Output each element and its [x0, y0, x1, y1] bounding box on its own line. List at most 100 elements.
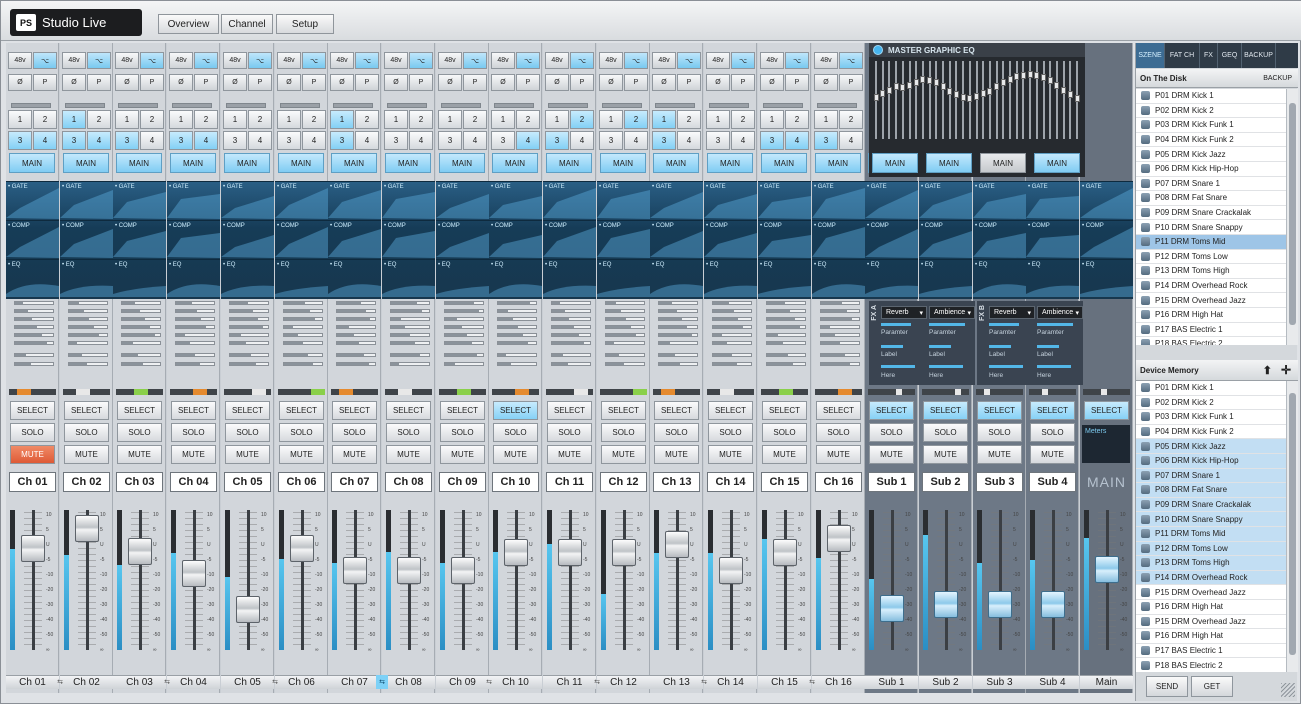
aux-send-8-bar[interactable] — [283, 362, 323, 366]
aux-send-6-bar[interactable] — [658, 341, 698, 345]
aux-group-4-button[interactable]: 4 — [463, 131, 487, 150]
aux-group-2-button[interactable]: 2 — [570, 110, 594, 129]
geq-band-fader[interactable] — [927, 77, 933, 84]
aux-send-3-bar[interactable] — [444, 317, 484, 321]
fx-label-bar[interactable] — [881, 345, 903, 348]
aux-group-4-button[interactable]: 4 — [140, 131, 164, 150]
comp-band[interactable]: • COMP — [436, 220, 489, 258]
aux-send-7-bar[interactable] — [497, 353, 537, 357]
eq-band[interactable]: • EQ — [113, 259, 166, 297]
aux-send-6-bar[interactable] — [68, 341, 108, 345]
mute-button[interactable]: MUTE — [601, 445, 646, 464]
disk-preset-item[interactable]: P06 DRM Kick Hip-Hop — [1136, 162, 1286, 177]
aux-send-2-bar[interactable] — [14, 309, 54, 313]
comp-band[interactable]: • COMP — [60, 220, 113, 258]
aux-send-1-bar[interactable] — [14, 301, 54, 305]
disk-preset-item[interactable]: P02 DRM Kick 2 — [1136, 104, 1286, 119]
aux-send-faders[interactable] — [169, 301, 218, 385]
select-button[interactable]: SELECT — [386, 401, 431, 420]
aux-send-1-bar[interactable] — [444, 301, 484, 305]
aux-send-faders[interactable] — [706, 301, 755, 385]
device-preset-item[interactable]: P16 DRM High Hat — [1136, 629, 1286, 644]
eq-band[interactable]: • EQ — [436, 259, 489, 297]
pan-knob[interactable] — [600, 389, 647, 395]
aux-send-1-bar[interactable] — [175, 301, 215, 305]
aux-send-2-bar[interactable] — [229, 309, 269, 313]
geq-band-fader[interactable] — [1007, 75, 1013, 83]
comp-band[interactable]: • COMP — [919, 220, 972, 258]
aux-group-2-button[interactable]: 2 — [731, 110, 755, 129]
aux-send-7-bar[interactable] — [175, 353, 215, 357]
select-button[interactable]: SELECT — [1084, 401, 1129, 420]
aux-send-6-bar[interactable] — [121, 341, 161, 345]
aux-group-2-button[interactable]: 2 — [677, 110, 701, 129]
disk-preset-item[interactable]: P13 DRM Toms High — [1136, 264, 1286, 279]
fader-cap[interactable] — [21, 535, 45, 562]
input-routing-icon[interactable]: ⌥ — [302, 52, 326, 69]
phantom-48v-button[interactable]: 48v — [438, 52, 462, 69]
aux-send-7-bar[interactable] — [712, 353, 752, 357]
aux-send-7-bar[interactable] — [68, 353, 108, 357]
fx-param-bar[interactable] — [881, 323, 911, 326]
comp-band[interactable]: • COMP — [489, 220, 542, 258]
polarity-button[interactable]: P — [516, 74, 540, 91]
main-assign-button[interactable]: MAIN — [63, 153, 109, 173]
geq-band-fader[interactable] — [940, 83, 946, 90]
comp-band[interactable]: • COMP — [758, 220, 811, 258]
aux-send-4-bar[interactable] — [175, 325, 215, 329]
eq-band[interactable]: • EQ — [650, 259, 703, 297]
disk-preset-item[interactable]: P18 BAS Electric 2 — [1136, 337, 1286, 345]
aux-group-1-button[interactable]: 1 — [438, 110, 462, 129]
aux-send-8-bar[interactable] — [551, 362, 591, 366]
geq-band-fader[interactable] — [1047, 77, 1053, 84]
aux-send-faders[interactable] — [330, 301, 379, 385]
select-button[interactable]: SELECT — [117, 401, 162, 420]
stereo-link-icon[interactable]: ⇆ — [161, 675, 173, 689]
sub-main-assign-button[interactable]: MAIN — [926, 153, 972, 173]
fader-cap[interactable] — [612, 539, 636, 566]
device-preset-item[interactable]: P10 DRM Snare Snappy — [1136, 512, 1286, 527]
aux-send-2-bar[interactable] — [444, 309, 484, 313]
aux-group-2-button[interactable]: 2 — [140, 110, 164, 129]
fader-cap[interactable] — [290, 535, 314, 562]
solo-button[interactable]: SOLO — [225, 423, 270, 442]
disk-preset-item[interactable]: P16 DRM High Hat — [1136, 308, 1286, 323]
aux-send-7-bar[interactable] — [551, 353, 591, 357]
fader-cap[interactable] — [343, 557, 367, 584]
solo-button[interactable]: SOLO — [816, 423, 861, 442]
solo-button[interactable]: SOLO — [117, 423, 162, 442]
channel-name-label[interactable]: Ch 08 — [385, 472, 432, 492]
aux-send-6-bar[interactable] — [766, 341, 806, 345]
dynamics-thumbnail[interactable]: • GATE • COMP • EQ — [6, 181, 59, 299]
tab-fat-ch[interactable]: FAT CH — [1165, 43, 1200, 68]
power-icon[interactable] — [873, 45, 883, 55]
mute-button[interactable]: MUTE — [1030, 445, 1075, 464]
aux-send-2-bar[interactable] — [605, 309, 645, 313]
pan-knob[interactable] — [1029, 389, 1076, 395]
resize-grip-icon[interactable] — [1281, 683, 1295, 697]
aux-send-faders[interactable] — [62, 301, 111, 385]
fader-cap[interactable] — [880, 595, 904, 622]
aux-send-3-bar[interactable] — [14, 317, 54, 321]
geq-band-fader[interactable] — [1014, 73, 1020, 81]
channel-name-label[interactable]: Ch 16 — [815, 472, 862, 492]
aux-send-1-bar[interactable] — [229, 301, 269, 305]
input-trim-slider[interactable] — [709, 103, 749, 108]
aux-send-8-bar[interactable] — [229, 362, 269, 366]
solo-button[interactable]: SOLO — [708, 423, 753, 442]
tab-backup[interactable]: BACKUP — [1242, 43, 1276, 68]
comp-band[interactable]: • COMP — [597, 220, 650, 258]
aux-group-1-button[interactable]: 1 — [706, 110, 730, 129]
device-preset-item[interactable]: P12 DRM Toms Low — [1136, 541, 1286, 557]
solo-button[interactable]: SOLO — [386, 423, 431, 442]
disk-preset-item[interactable]: P05 DRM Kick Jazz — [1136, 147, 1286, 162]
select-button[interactable]: SELECT — [762, 401, 807, 420]
fader-cap[interactable] — [504, 539, 528, 566]
pan-knob[interactable] — [868, 389, 915, 395]
aux-send-1-bar[interactable] — [68, 301, 108, 305]
device-preset-item[interactable]: P06 DRM Kick Hip-Hop — [1136, 453, 1286, 469]
polarity-button[interactable]: P — [409, 74, 433, 91]
main-assign-button[interactable]: MAIN — [116, 153, 162, 173]
input-trim-slider[interactable] — [494, 103, 534, 108]
aux-group-3-button[interactable]: 3 — [384, 131, 408, 150]
